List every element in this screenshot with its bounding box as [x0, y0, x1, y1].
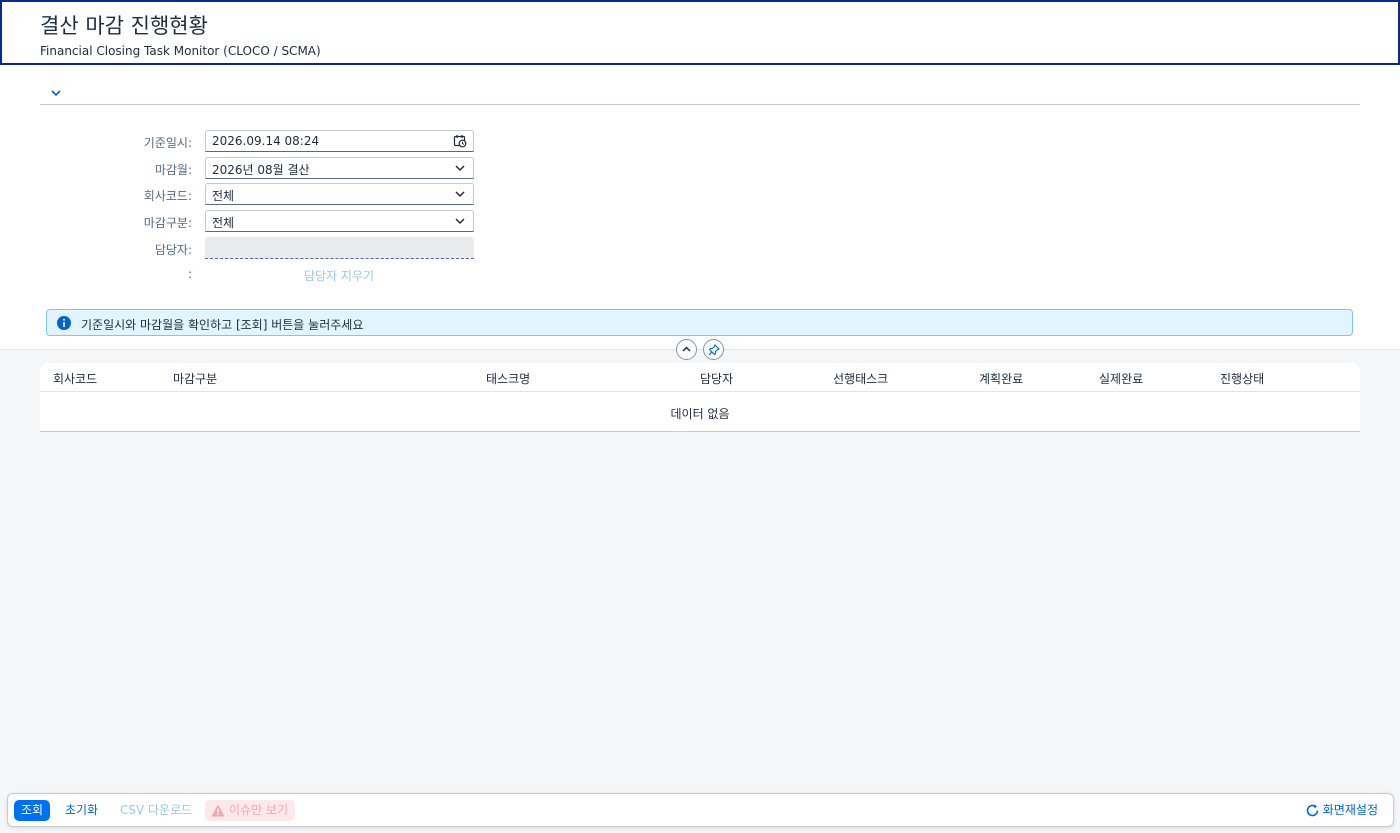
chevron-down-icon: [455, 191, 465, 198]
assignee-field: [205, 237, 474, 259]
label-assignee: 담당자:: [154, 243, 192, 257]
pin-header-button[interactable]: [703, 339, 724, 360]
collapse-header-button[interactable]: [676, 339, 697, 360]
filter-divider: [40, 104, 1360, 105]
page-subtitle: Financial Closing Task Monitor (CLOCO / …: [40, 44, 321, 58]
table-empty-text: 데이터 없음: [670, 407, 730, 421]
issues-only-button: 이슈만 보기: [205, 800, 296, 821]
base-datetime-value: 2026.09.14 08:24: [212, 134, 320, 148]
col-actual-done[interactable]: 실제완료: [1099, 370, 1143, 387]
col-planned-done[interactable]: 계획완료: [979, 370, 1023, 387]
chevron-down-icon: [51, 90, 61, 97]
page-header: 결산 마감 진행현황 Financial Closing Task Monito…: [0, 0, 1400, 65]
screen-reset-button[interactable]: 화면재설정: [1303, 800, 1385, 821]
warning-icon: [211, 804, 225, 817]
label-closing-month: 마감월:: [154, 163, 192, 177]
chevron-down-icon: [455, 218, 465, 225]
collapse-filter-button[interactable]: [46, 83, 66, 103]
base-datetime-field[interactable]: 2026.09.14 08:24: [205, 130, 474, 152]
label-base-datetime: 기준일시:: [143, 136, 192, 150]
closing-month-select[interactable]: 2026년 08월 결산: [205, 157, 474, 179]
filter-bar: 기준일시: 2026.09.14 08:24 마감월: 2026년 08월 결산…: [0, 65, 1400, 350]
task-table: 회사코드 마감구분 태스크명 담당자 선행태스크 계획완료 실제완료 진행상태 …: [40, 363, 1360, 432]
chevron-down-icon: [455, 165, 465, 172]
pin-icon: [708, 343, 720, 355]
company-code-value: 전체: [212, 189, 235, 203]
col-predecessor[interactable]: 선행태스크: [833, 370, 888, 387]
closing-type-value: 전체: [212, 216, 235, 230]
closing-type-select[interactable]: 전체: [205, 210, 474, 232]
search-button[interactable]: 조회: [14, 800, 51, 821]
label-clear-row: :: [187, 267, 192, 281]
col-task-name[interactable]: 태스크명: [486, 370, 530, 387]
calendar-clock-icon[interactable]: [453, 134, 467, 148]
info-message-strip: 기준일시와 마감월을 확인하고 [조회] 버튼을 눌러주세요: [46, 309, 1353, 336]
col-closing-type[interactable]: 마감구분: [173, 370, 217, 387]
screen-reset-label: 화면재설정: [1322, 803, 1378, 817]
refresh-icon: [1306, 804, 1319, 817]
issues-only-label: 이슈만 보기: [229, 803, 289, 817]
csv-download-button: CSV 다운로드: [120, 803, 193, 817]
closing-month-value: 2026년 08월 결산: [212, 163, 310, 177]
chevron-up-icon: [682, 346, 691, 352]
label-closing-type: 마감구분:: [143, 216, 192, 230]
reset-button[interactable]: 초기화: [58, 800, 105, 821]
info-icon: [57, 316, 71, 330]
page-title: 결산 마감 진행현황: [40, 14, 208, 38]
col-assignee[interactable]: 담당자: [700, 370, 733, 387]
col-status[interactable]: 진행상태: [1220, 370, 1264, 387]
clear-assignee-link[interactable]: 담당자 지우기: [304, 267, 374, 284]
label-company-code: 회사코드:: [143, 189, 192, 203]
footer-toolbar: 조회 초기화 CSV 다운로드 이슈만 보기 화면재설정: [7, 793, 1394, 827]
info-message-text: 기준일시와 마감월을 확인하고 [조회] 버튼을 눌러주세요: [81, 318, 364, 332]
col-company-code[interactable]: 회사코드: [53, 370, 97, 387]
table-header: 회사코드 마감구분 태스크명 담당자 선행태스크 계획완료 실제완료 진행상태: [40, 363, 1360, 392]
company-code-select[interactable]: 전체: [205, 183, 474, 205]
